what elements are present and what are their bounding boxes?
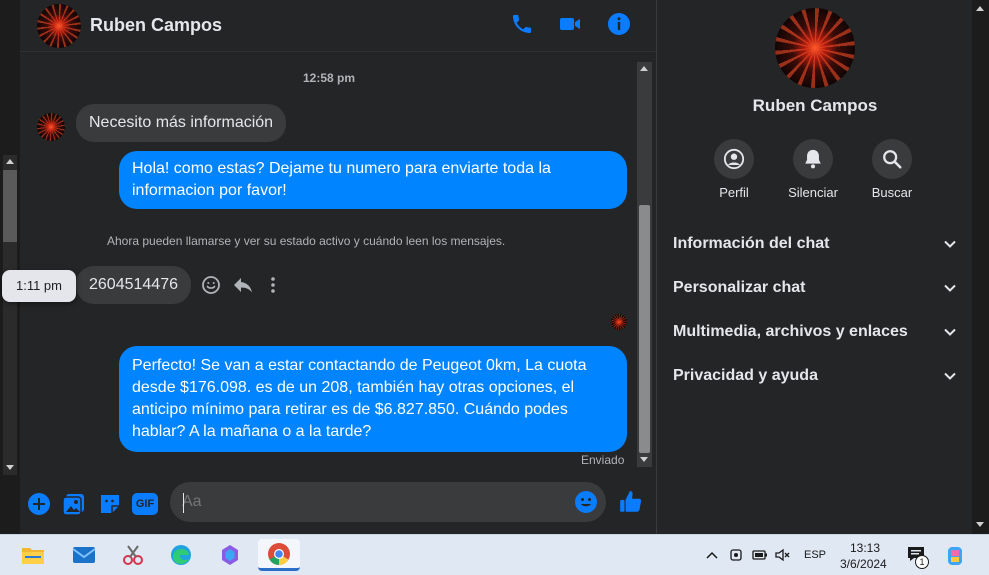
time-separator: 12:58 pm <box>303 71 356 85</box>
messenger-window: Ruben Campos 12:58 pm Necesito más infor… <box>0 0 989 575</box>
scroll-down-arrow-icon[interactable] <box>976 522 984 527</box>
file-explorer-icon[interactable] <box>17 539 49 571</box>
contact-name[interactable]: Ruben Campos <box>90 15 222 36</box>
incoming-message[interactable]: Necesito más información <box>76 104 287 142</box>
phone-icon[interactable] <box>510 12 534 36</box>
sticker-icon[interactable] <box>98 492 122 516</box>
snipping-tool-icon[interactable] <box>117 539 149 571</box>
message-scrollbar-thumb[interactable] <box>639 205 650 453</box>
scroll-down-arrow-icon[interactable] <box>6 465 14 470</box>
copilot-icon[interactable] <box>214 539 246 571</box>
profile-action-silenciar[interactable]: Silenciar <box>773 139 853 200</box>
section-label: Privacidad y ayuda <box>673 367 818 384</box>
composer: GIF <box>20 470 656 534</box>
show-hidden-icons-icon[interactable] <box>706 550 718 560</box>
reply-icon[interactable] <box>232 275 254 295</box>
info-icon[interactable] <box>607 12 631 36</box>
language-indicator[interactable]: ESP <box>804 549 826 561</box>
system-note: Ahora pueden llamarse y ver su estado ac… <box>107 234 506 248</box>
chevron-down-icon <box>944 284 956 292</box>
outer-scrollbar-thumb[interactable] <box>3 170 17 242</box>
chevron-down-icon <box>944 372 956 380</box>
time-tooltip: 1:11 pm <box>2 270 76 302</box>
outer-scrollbar-strip <box>0 0 20 534</box>
section-media-files-links[interactable]: Multimedia, archivos y enlaces <box>673 316 957 348</box>
scroll-up-arrow-icon[interactable] <box>640 66 648 71</box>
message-input[interactable] <box>170 482 606 522</box>
emoji-icon[interactable] <box>574 490 598 514</box>
chat-details-panel: Ruben Campos Perfil Silenciar Buscar Inf… <box>656 0 972 534</box>
section-chat-info[interactable]: Información del chat <box>673 228 957 260</box>
profile-action-perfil[interactable]: Perfil <box>694 139 774 200</box>
action-label: Buscar <box>871 185 913 200</box>
more-options-icon[interactable] <box>265 275 281 295</box>
speaker-muted-icon[interactable] <box>775 548 791 562</box>
section-privacy-help[interactable]: Privacidad y ayuda <box>673 360 957 392</box>
outgoing-message[interactable]: Hola! como estas? Dejame tu numero para … <box>119 151 627 209</box>
action-label: Perfil <box>719 185 749 200</box>
react-emoji-icon[interactable] <box>201 275 221 295</box>
gif-icon[interactable]: GIF <box>132 493 158 515</box>
profile-action-buscar[interactable]: Buscar <box>852 139 932 200</box>
chevron-down-icon <box>944 328 956 336</box>
image-icon[interactable] <box>62 492 86 516</box>
seen-avatar <box>611 314 627 330</box>
scroll-down-arrow-icon[interactable] <box>640 457 648 462</box>
bell-icon <box>805 149 821 169</box>
notification-badge: 1 <box>915 555 929 569</box>
scroll-up-arrow-icon[interactable] <box>6 159 14 164</box>
outgoing-message[interactable]: Perfecto! Se van a estar contactando de … <box>119 346 627 452</box>
chevron-down-icon <box>944 240 956 248</box>
panel-scrollbar[interactable] <box>972 0 989 534</box>
search-icon <box>883 150 902 169</box>
section-label: Información del chat <box>673 235 830 252</box>
gif-label: GIF <box>135 498 155 510</box>
action-button[interactable] <box>714 139 754 179</box>
camera-privacy-icon[interactable] <box>729 547 743 563</box>
profile-name: Ruben Campos <box>752 96 878 115</box>
text-caret <box>183 493 184 513</box>
section-label: Personalizar chat <box>673 279 806 296</box>
action-button[interactable] <box>793 139 833 179</box>
profile-icon <box>723 148 745 170</box>
like-icon[interactable] <box>618 489 644 515</box>
avatar[interactable] <box>37 4 81 48</box>
video-camera-icon[interactable] <box>558 12 582 36</box>
chat-header: Ruben Campos <box>20 0 656 52</box>
profile-avatar[interactable] <box>775 8 855 88</box>
battery-icon[interactable] <box>752 549 768 561</box>
copilot-preview-icon[interactable] <box>944 545 966 567</box>
chrome-icon[interactable] <box>258 539 300 571</box>
action-label: Silenciar <box>788 185 838 200</box>
taskbar: ESP 13:13 3/6/2024 1 <box>0 534 989 575</box>
incoming-message[interactable]: 2604514476 <box>76 266 191 304</box>
action-button[interactable] <box>872 139 912 179</box>
section-customize-chat[interactable]: Personalizar chat <box>673 272 957 304</box>
section-label: Multimedia, archivos y enlaces <box>673 323 908 340</box>
avatar[interactable] <box>37 113 65 141</box>
plus-icon[interactable] <box>27 492 51 516</box>
sent-status: Enviado <box>581 453 625 467</box>
clock-date[interactable]: 3/6/2024 <box>840 557 887 571</box>
clock-time[interactable]: 13:13 <box>850 541 880 555</box>
edge-icon[interactable] <box>165 539 197 571</box>
mail-icon[interactable] <box>68 539 100 571</box>
scroll-up-arrow-icon[interactable] <box>976 6 984 11</box>
